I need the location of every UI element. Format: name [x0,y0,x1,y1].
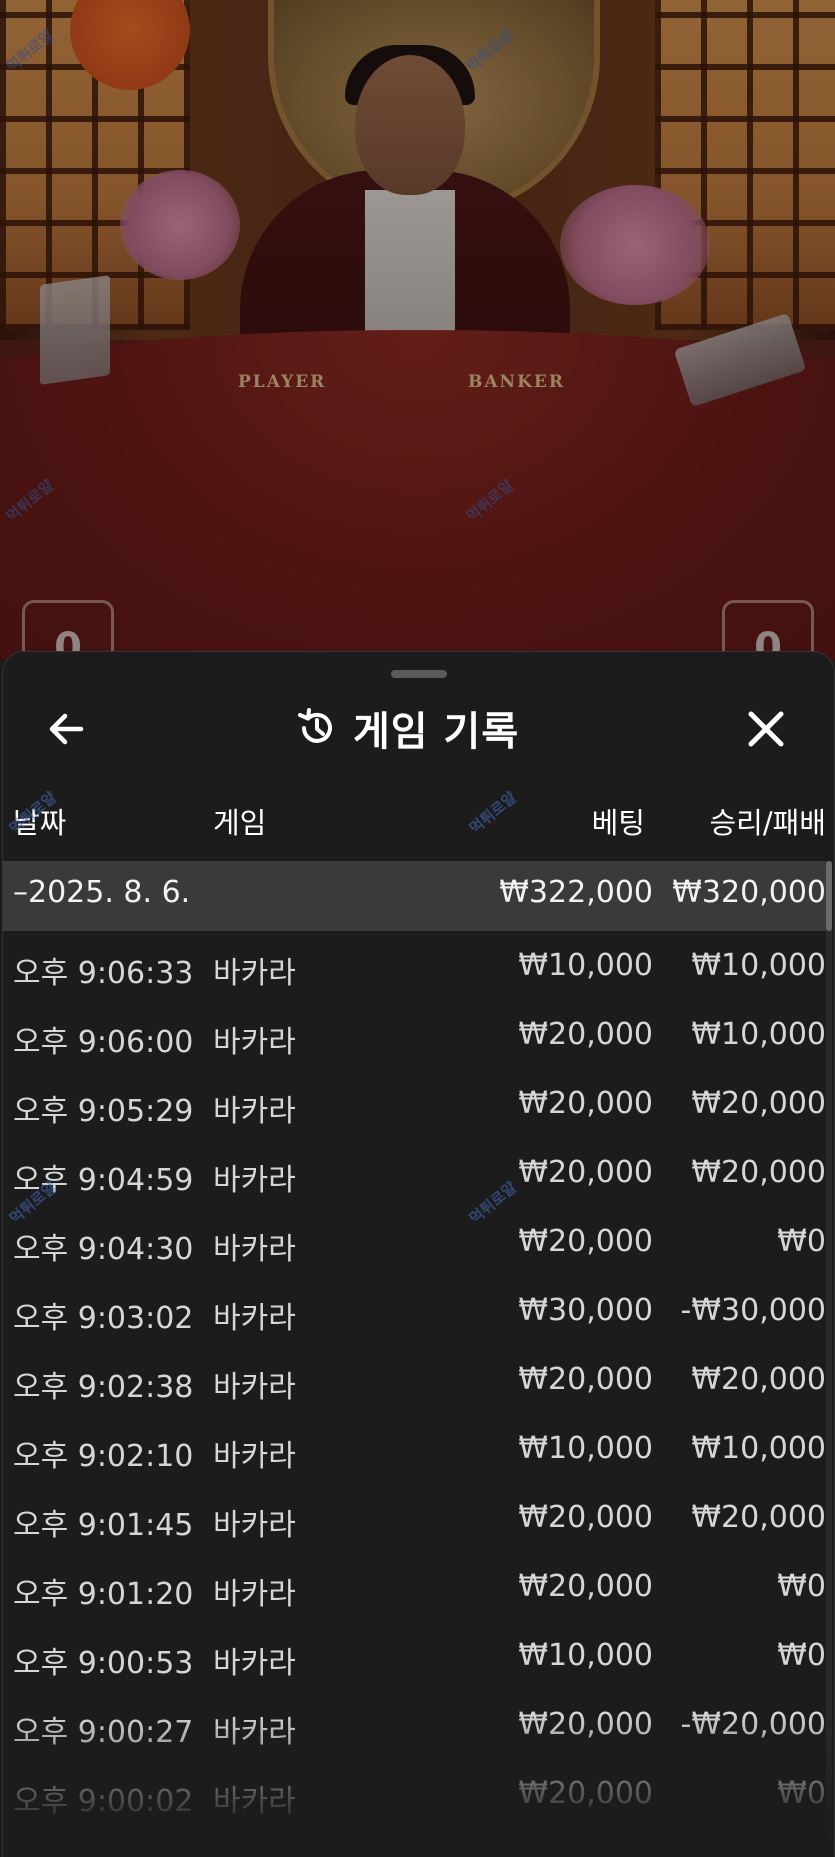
row-bet: ₩20,000 [518,1017,653,1052]
row-game: 바카라 [213,1508,296,1543]
row-game: 바카라 [213,1025,296,1060]
row-bet: ₩10,000 [518,948,653,983]
row-bet: ₩10,000 [518,1431,653,1466]
scrollbar[interactable] [826,861,832,1841]
row-game: 바카라 [213,1163,296,1198]
row-bet: ₩20,000 [518,1569,653,1604]
back-button[interactable] [41,704,91,754]
row-winloss: ₩10,000 [691,1017,826,1052]
history-row[interactable]: 오후 9:04:30 바카라 ₩20,000 ₩0 [3,1208,826,1277]
column-header-winloss: 승리/패배 [709,806,827,840]
row-winloss: ₩20,000 [691,1500,826,1535]
row-game: 바카라 [213,1094,296,1129]
scrollbar-thumb[interactable] [826,861,832,931]
row-bet: ₩20,000 [518,1086,653,1121]
close-button[interactable] [741,704,791,754]
row-game: 바카라 [213,1370,296,1405]
row-game: 바카라 [213,956,296,991]
history-row[interactable]: 오후 9:02:10 바카라 ₩10,000 ₩10,000 [3,1415,826,1484]
row-winloss: ₩20,000 [691,1155,826,1190]
sheet-drag-handle[interactable] [391,670,447,678]
date-group-row[interactable]: –2025. 8. 6. ₩322,000 ₩320,000 [3,861,826,931]
row-time: 오후 9:02:38 [13,1370,194,1405]
close-icon [748,711,784,747]
history-row[interactable]: 오후 9:06:00 바카라 ₩20,000 ₩10,000 [3,1001,826,1070]
row-time: 오후 9:06:00 [13,1025,194,1060]
row-game: 바카라 [213,1577,296,1612]
row-game: 바카라 [213,1232,296,1267]
history-row[interactable]: 오후 9:06:33 바카라 ₩10,000 ₩10,000 [3,932,826,1001]
column-header-game: 게임 [213,806,267,840]
row-winloss: ₩10,000 [691,1431,826,1466]
row-winloss: ₩10,000 [691,948,826,983]
live-video: PLAYER BANKER 0 0 먹튀로얄 먹튀로얄 먹튀로얄 먹튀로얄 [0,0,835,660]
history-row[interactable]: 오후 9:03:02 바카라 ₩30,000 -₩30,000 [3,1277,826,1346]
sheet-title-group: 게임 기록 [295,700,519,756]
row-time: 오후 9:06:33 [13,956,194,991]
row-time: 오후 9:01:45 [13,1508,194,1543]
arrow-left-icon [49,713,84,745]
row-bet: ₩10,000 [518,1638,653,1673]
row-winloss: ₩20,000 [691,1086,826,1121]
row-winloss: -₩30,000 [680,1293,826,1328]
history-row[interactable]: 오후 9:05:29 바카라 ₩20,000 ₩20,000 [3,1070,826,1139]
row-winloss: ₩0 [777,1224,826,1259]
history-list: 오후 9:06:33 바카라 ₩10,000 ₩10,000 오후 9:06:00 바카라… [3,932,826,1829]
column-header-bet: 베팅 [591,806,645,840]
history-icon [298,708,332,743]
row-game: 바카라 [213,1439,296,1474]
row-game: 바카라 [213,1646,296,1681]
sheet-header: 게임 기록 [3,692,834,762]
history-row[interactable]: 오후 9:04:59 바카라 ₩20,000 ₩20,000 [3,1139,826,1208]
row-bet: ₩20,000 [518,1224,653,1259]
date-group-bet-total: ₩322,000 [499,875,653,910]
row-time: 오후 9:04:30 [13,1232,194,1267]
row-time: 오후 9:03:02 [13,1301,194,1336]
bottom-fade [3,1712,834,1857]
game-history-sheet: 게임 기록 날짜 게임 베팅 승리/패배 –2025. 8. 6. ₩322,0… [2,651,835,1857]
history-row[interactable]: 오후 9:00:53 바카라 ₩10,000 ₩0 [3,1622,826,1691]
row-bet: ₩20,000 [518,1155,653,1190]
date-group-winloss-total: ₩320,000 [672,875,826,910]
row-time: 오후 9:00:53 [13,1646,194,1681]
row-time: 오후 9:05:29 [13,1094,194,1129]
row-bet: ₩30,000 [518,1293,653,1328]
row-time: 오후 9:01:20 [13,1577,194,1612]
row-game: 바카라 [213,1301,296,1336]
row-winloss: ₩0 [777,1569,826,1604]
row-winloss: ₩20,000 [691,1362,826,1397]
sheet-title: 게임 기록 [353,709,520,755]
row-bet: ₩20,000 [518,1362,653,1397]
video-dim-overlay [0,0,835,660]
watermark: 먹튀로얄 [465,788,520,838]
history-row[interactable]: 오후 9:01:45 바카라 ₩20,000 ₩20,000 [3,1484,826,1553]
history-row[interactable]: 오후 9:01:20 바카라 ₩20,000 ₩0 [3,1553,826,1622]
date-group-label: –2025. 8. 6. [13,875,191,910]
row-bet: ₩20,000 [518,1500,653,1535]
row-winloss: ₩0 [777,1638,826,1673]
row-time: 오후 9:02:10 [13,1439,194,1474]
history-row[interactable]: 오후 9:02:38 바카라 ₩20,000 ₩20,000 [3,1346,826,1415]
